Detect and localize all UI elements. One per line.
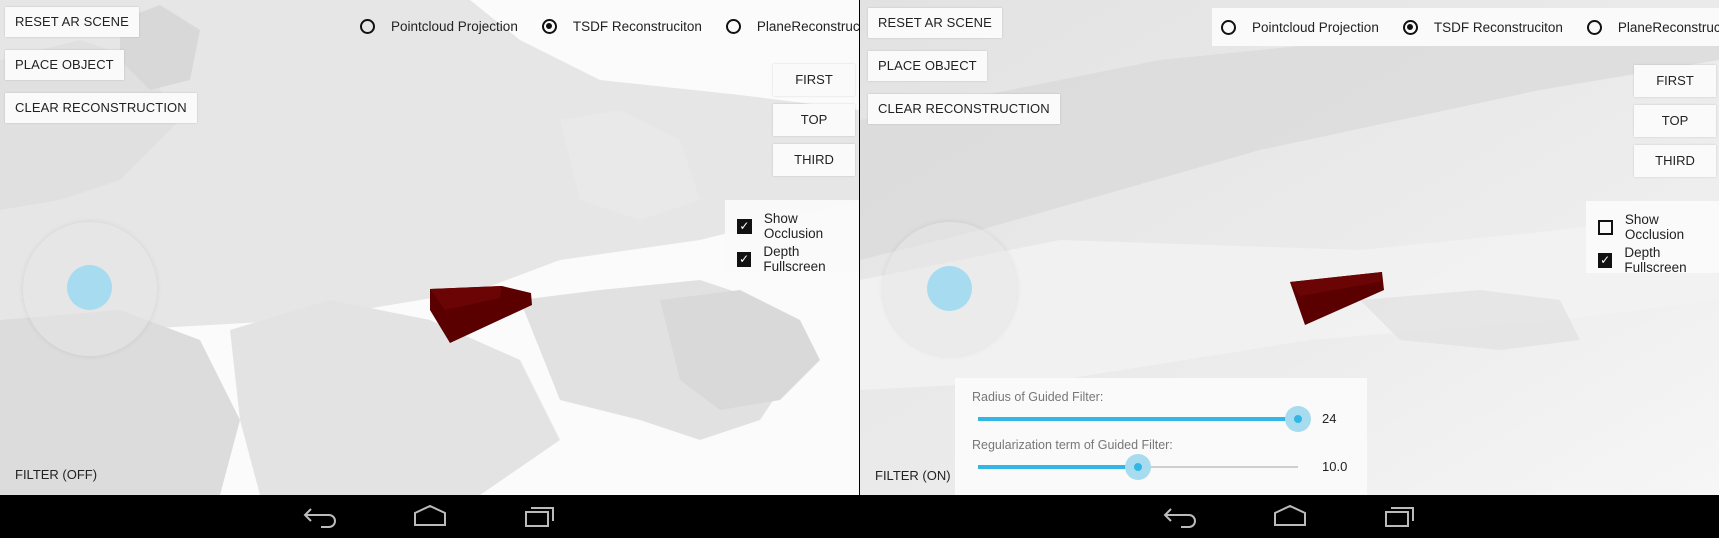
radio-circle	[725, 18, 741, 34]
radius-slider[interactable]	[978, 406, 1311, 432]
checkbox-label: Show Occlusion	[1624, 212, 1685, 242]
checkbox-label: Depth Fullscreen	[763, 244, 826, 274]
slider-fill	[978, 465, 1138, 469]
radio-plane-reconstruction[interactable]: PlaneReconstruciton	[1586, 19, 1719, 35]
clear-reconstruction-button[interactable]: CLEAR RECONSTRUCTION	[868, 94, 1060, 124]
ar-view-right[interactable]: RESET AR SCENE PLACE OBJECT CLEAR RECONS…	[860, 0, 1719, 495]
place-object-button[interactable]: PLACE OBJECT	[868, 51, 987, 81]
regularization-slider-label: Regularization term of Guided Filter:	[972, 438, 1173, 452]
checkbox-label: Show Occlusion	[763, 211, 824, 241]
radio-label: TSDF Reconstruciton	[1433, 19, 1563, 35]
radio-tsdf-reconstruction[interactable]: TSDF Reconstruciton	[1402, 19, 1563, 35]
depth-fullscreen-checkbox[interactable]: ✓ Depth Fullscreen	[737, 244, 859, 274]
regularization-slider-value: 10.0	[1322, 459, 1348, 474]
depth-fullscreen-checkbox[interactable]: ✓ Depth Fullscreen	[1598, 245, 1719, 275]
reset-ar-scene-button[interactable]: RESET AR SCENE	[5, 7, 139, 37]
clear-reconstruction-button[interactable]: CLEAR RECONSTRUCTION	[5, 93, 197, 123]
checkbox-label: Depth Fullscreen	[1624, 245, 1687, 275]
home-icon[interactable]	[412, 503, 448, 529]
radio-label: PlaneReconstruciton	[1617, 19, 1719, 35]
recent-apps-icon[interactable]	[1383, 503, 1419, 529]
options-checkbox-panel: Show Occlusion ✓ Depth Fullscreen	[1586, 201, 1719, 275]
checkbox-checked-icon: ✓	[737, 218, 752, 234]
reset-ar-scene-button[interactable]: RESET AR SCENE	[868, 8, 1002, 38]
regularization-slider[interactable]	[978, 454, 1298, 480]
radio-circle	[1586, 19, 1602, 35]
slider-fill	[978, 417, 1298, 421]
camera-first-button[interactable]: FIRST	[1634, 65, 1716, 97]
regularization-slider-thumb[interactable]	[1125, 454, 1151, 480]
place-object-button[interactable]: PLACE OBJECT	[5, 50, 124, 80]
screenshot-divider	[859, 0, 860, 538]
radius-slider-value: 24	[1322, 411, 1337, 426]
camera-third-button[interactable]: THIRD	[773, 144, 855, 176]
ar-view-left[interactable]: RESET AR SCENE PLACE OBJECT CLEAR RECONS…	[0, 0, 859, 495]
show-occlusion-checkbox[interactable]: Show Occlusion	[1598, 212, 1719, 242]
radio-pointcloud-projection[interactable]: Pointcloud Projection	[360, 18, 518, 34]
home-icon[interactable]	[1272, 503, 1308, 529]
system-navigation-bar-right	[860, 495, 1719, 538]
slider-thumb-dot	[1294, 415, 1302, 423]
checkbox-checked-icon: ✓	[737, 251, 752, 267]
system-navigation-bar-left	[0, 495, 859, 538]
render-mode-radio-group: Pointcloud Projection TSDF Reconstrucito…	[1212, 8, 1719, 46]
radio-label: Pointcloud Projection	[1252, 19, 1379, 35]
checkbox-checked-icon: ✓	[1598, 252, 1613, 268]
options-checkbox-panel: ✓ Show Occlusion ✓ Depth Fullscreen	[725, 200, 859, 274]
radio-circle-selected	[1402, 19, 1418, 35]
camera-top-button[interactable]: TOP	[1634, 105, 1716, 137]
slider-thumb-dot	[1134, 463, 1142, 471]
radio-label: TSDF Reconstruciton	[572, 18, 702, 34]
camera-first-button[interactable]: FIRST	[773, 64, 855, 96]
radio-plane-reconstruction[interactable]: PlaneReconstruciton	[725, 18, 859, 34]
radio-circle-selected	[541, 18, 557, 34]
render-mode-radio-group: Pointcloud Projection TSDF Reconstrucito…	[360, 7, 859, 45]
back-icon[interactable]	[1163, 503, 1199, 529]
recent-apps-icon[interactable]	[523, 503, 559, 529]
joystick-knob[interactable]	[67, 265, 112, 310]
radius-slider-label: Radius of Guided Filter:	[972, 390, 1104, 404]
checkbox-unchecked-icon	[1598, 219, 1613, 235]
radio-circle	[1221, 19, 1236, 35]
camera-third-button[interactable]: THIRD	[1634, 145, 1716, 177]
camera-top-button[interactable]: TOP	[773, 104, 855, 136]
joystick-knob[interactable]	[927, 266, 972, 311]
guided-filter-settings-panel: Radius of Guided Filter: 24 Regularizati…	[955, 378, 1367, 495]
back-icon[interactable]	[303, 503, 339, 529]
radio-label: Pointcloud Projection	[391, 18, 518, 34]
radio-label: PlaneReconstruciton	[756, 18, 859, 34]
radius-slider-thumb[interactable]	[1285, 406, 1311, 432]
radio-tsdf-reconstruction[interactable]: TSDF Reconstruciton	[541, 18, 702, 34]
filter-toggle[interactable]: FILTER (OFF)	[15, 467, 97, 482]
radio-pointcloud-projection[interactable]: Pointcloud Projection	[1221, 19, 1379, 35]
radio-circle	[360, 18, 375, 34]
show-occlusion-checkbox[interactable]: ✓ Show Occlusion	[737, 211, 859, 241]
filter-toggle[interactable]: FILTER (ON)	[875, 468, 951, 483]
